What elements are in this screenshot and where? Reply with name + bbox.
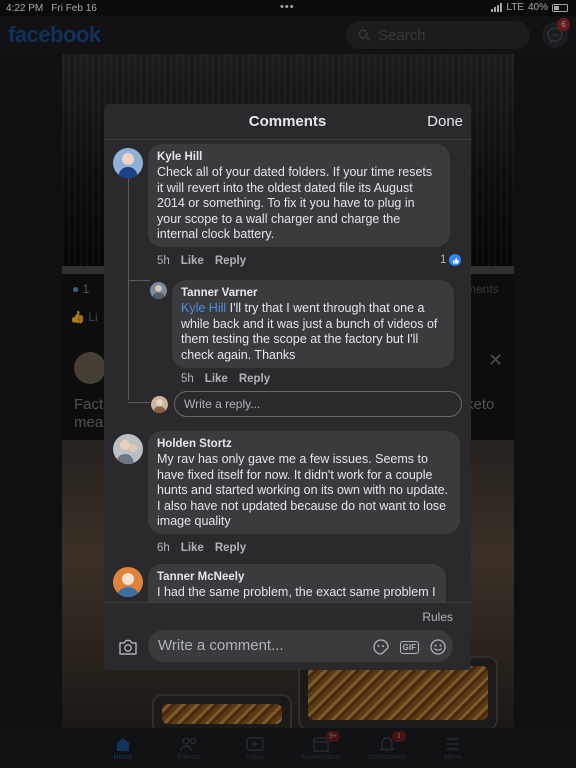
comment-thread[interactable]: Kyle Hill Check all of your dated folder… — [104, 140, 471, 602]
modal-header: Comments Done — [104, 104, 471, 140]
comment-composer: Write a comment... GIF — [104, 628, 471, 670]
thread-line — [128, 170, 129, 400]
comment-author[interactable]: Kyle Hill — [157, 150, 441, 165]
emoji-icon[interactable] — [429, 638, 447, 656]
camera-icon[interactable] — [118, 638, 138, 656]
comment-actions: 5h Like Reply — [157, 255, 246, 267]
thread-connector — [128, 280, 150, 281]
comments-modal: Comments Done Kyle Hill Check all of you… — [104, 104, 471, 670]
screen: 4:22 PM Fri Feb 16 ••• LTE 40% facebook … — [0, 0, 576, 768]
comment-time: 5h — [157, 255, 170, 267]
comment-text: Check all of your dated folders. If your… — [157, 165, 433, 242]
comment-actions: 6h Like Reply — [157, 542, 246, 554]
like-count[interactable]: 1 — [440, 254, 462, 266]
comment-author[interactable]: Holden Stortz — [157, 437, 451, 452]
comment-text: My rav has only gave me a few issues. Se… — [157, 452, 449, 529]
mention-link[interactable]: Kyle Hill — [181, 301, 226, 315]
like-button[interactable]: Like — [205, 373, 228, 385]
reply-connector — [128, 402, 150, 403]
avatar-holden-stortz[interactable] — [113, 434, 143, 464]
comment-kyle-hill[interactable]: Kyle Hill Check all of your dated folder… — [148, 144, 450, 247]
comment-time: 6h — [157, 542, 170, 554]
rules-link[interactable]: Rules — [104, 602, 471, 628]
comment-text: Kyle Hill I'll try that I went through t… — [181, 301, 438, 362]
reply-button[interactable]: Reply — [215, 542, 246, 554]
avatar-tanner-mcneely[interactable] — [113, 567, 143, 597]
comment-author[interactable]: Tanner McNeely — [157, 570, 437, 585]
like-reaction-icon — [449, 254, 462, 266]
modal-title: Comments — [248, 113, 327, 130]
reply-input[interactable]: Write a reply... — [174, 391, 462, 417]
reply-button[interactable]: Reply — [239, 373, 270, 385]
comment-author[interactable]: Tanner Varner — [181, 286, 445, 301]
comment-tanner-mcneely[interactable]: Tanner McNeely I had the same problem, t… — [148, 564, 446, 602]
avatar-tanner-varner[interactable] — [150, 282, 167, 299]
reply-actions: 5h Like Reply — [181, 373, 270, 385]
like-button[interactable]: Like — [181, 255, 204, 267]
my-avatar — [151, 396, 168, 413]
composer-icons: GIF — [372, 638, 447, 656]
comment-tanner-varner[interactable]: Tanner Varner Kyle Hill I'll try that I … — [172, 280, 454, 368]
reply-button[interactable]: Reply — [215, 255, 246, 267]
comment-text: I had the same problem, the exact same p… — [157, 585, 436, 602]
comment-holden-stortz[interactable]: Holden Stortz My rav has only gave me a … — [148, 431, 460, 534]
like-button[interactable]: Like — [181, 542, 204, 554]
done-button[interactable]: Done — [427, 113, 463, 130]
gif-icon[interactable]: GIF — [399, 640, 419, 654]
comment-time: 5h — [181, 373, 194, 385]
sticker-icon[interactable] — [372, 638, 390, 656]
avatar-kyle-hill[interactable] — [113, 148, 143, 178]
